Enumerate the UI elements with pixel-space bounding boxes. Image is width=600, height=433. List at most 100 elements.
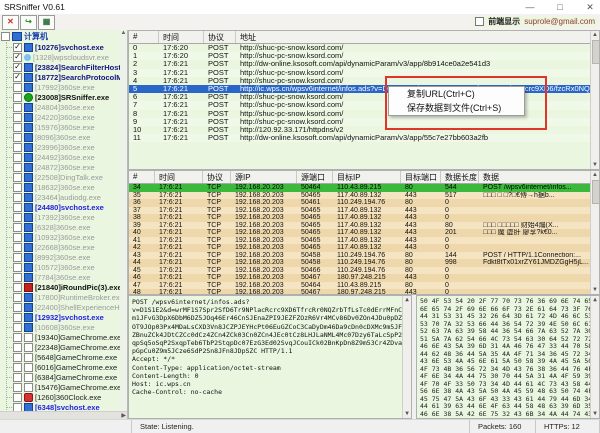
col-header-time[interactable]: 时间 xyxy=(159,31,204,43)
process-tree-item[interactable]: [10572]360se.exe xyxy=(0,262,127,272)
col-header-data-length[interactable]: 数据长度 xyxy=(441,171,479,183)
process-checkbox[interactable] xyxy=(13,73,22,82)
process-checkbox[interactable] xyxy=(13,173,22,182)
process-checkbox[interactable] xyxy=(13,363,22,372)
process-checkbox[interactable] xyxy=(13,113,22,122)
col-header-dest-port[interactable]: 目标端口 xyxy=(401,171,441,183)
packet-table-row[interactable]: 41 17:6:21 TCP 192.168.20.203 50465 117.… xyxy=(129,237,599,245)
computer-checkbox[interactable] xyxy=(1,32,10,41)
process-tree-item[interactable]: [10608]360se.exe xyxy=(0,322,127,332)
process-tree-item[interactable]: [6016]GameChrome.exe xyxy=(0,362,127,372)
process-tree-item[interactable]: [24804]360se.exe xyxy=(0,102,127,112)
col-header-source-ip[interactable]: 源IP xyxy=(231,171,297,183)
http-table-row[interactable]: 7 17:6:21 POST http://shuc-pc-snow.ksord… xyxy=(129,101,599,109)
process-checkbox[interactable] xyxy=(13,103,22,112)
col-header-protocol[interactable]: 协议 xyxy=(204,31,236,43)
http-table-row[interactable]: 6 17:6:21 POST http://shuc-pc-snow.ksord… xyxy=(129,93,599,101)
process-tree-item[interactable]: [17800]RuntimeBroker.exe xyxy=(0,292,127,302)
packet-table-row[interactable]: 34 17:6:21 TCP 192.168.20.203 50464 110.… xyxy=(129,184,599,192)
process-checkbox[interactable] xyxy=(13,393,22,402)
packet-table-row[interactable]: 36 17:6:21 TCP 192.168.20.203 50461 110.… xyxy=(129,199,599,207)
process-tree-item[interactable]: [24872]360se.exe xyxy=(0,162,127,172)
packet-table-row[interactable]: 45 17:6:21 TCP 192.168.20.203 50466 110.… xyxy=(129,267,599,275)
process-tree-item[interactable]: [6328]360se.exe xyxy=(0,222,127,232)
process-tree-item[interactable]: [6384]GameChrome.exe xyxy=(0,372,127,382)
process-checkbox[interactable] xyxy=(13,323,22,332)
process-checkbox[interactable] xyxy=(13,83,22,92)
process-tree-item[interactable]: [23008]SRSniffer.exe xyxy=(0,92,127,102)
process-tree-item[interactable]: [15476]GameChrome.exe xyxy=(0,382,127,392)
process-checkbox[interactable] xyxy=(13,283,22,292)
scroll-down-icon[interactable]: ▼ xyxy=(591,410,599,418)
sidebar-vertical-scrollbar[interactable]: ▲ xyxy=(120,30,127,412)
process-checkbox[interactable] xyxy=(13,273,22,282)
col-header-source-port[interactable]: 源端口 xyxy=(297,171,333,183)
process-checkbox[interactable] xyxy=(13,313,22,322)
scroll-thumb[interactable] xyxy=(592,180,600,204)
http-table-row[interactable]: 11 17:6:21 POST http://dw-online.ksosoft… xyxy=(129,134,599,142)
process-tree-item[interactable]: [1260]360Clock.exe xyxy=(0,392,127,402)
process-tree-item[interactable]: [10932]360se.exe xyxy=(0,232,127,242)
packet-table-row[interactable]: 42 17:6:21 TCP 192.168.20.203 50465 117.… xyxy=(129,244,599,252)
process-checkbox[interactable] xyxy=(13,333,22,342)
process-tree-item[interactable]: [24220]360se.exe xyxy=(0,112,127,122)
packet-table-row[interactable]: 37 17:6:21 TCP 192.168.20.203 50465 117.… xyxy=(129,207,599,215)
process-tree-item[interactable]: [24480]svchost.exe xyxy=(0,202,127,212)
http-table-row[interactable]: 9 17:6:21 POST http://shuc-pc-snow.ksord… xyxy=(129,118,599,126)
process-checkbox[interactable] xyxy=(13,213,22,222)
hex-dump-pane[interactable]: 50 4F 53 54 20 2F 77 70 73 76 36 69 6E 7… xyxy=(416,295,600,419)
scroll-down-icon[interactable]: ▼ xyxy=(591,286,599,294)
http-table-row[interactable]: 2 17:6:21 POST http://dw-online.ksosoft.… xyxy=(129,60,599,68)
packet-table-row[interactable]: 38 17:6:21 TCP 192.168.20.203 50465 117.… xyxy=(129,214,599,222)
process-tree-item[interactable]: [8992]360se.exe xyxy=(0,252,127,262)
process-checkbox[interactable] xyxy=(13,43,22,52)
http-table-row[interactable]: 5 17:6:21 POST http://ic.wps.cn/wpsv6int… xyxy=(129,85,599,93)
scroll-up-icon[interactable]: ▲ xyxy=(591,171,599,179)
process-checkbox[interactable] xyxy=(13,143,22,152)
process-checkbox[interactable] xyxy=(13,233,22,242)
scroll-right-icon[interactable]: ▶ xyxy=(121,412,126,419)
packet-table-row[interactable]: 39 17:6:21 TCP 192.168.20.203 50465 117.… xyxy=(129,222,599,230)
process-checkbox[interactable] xyxy=(13,353,22,362)
restart-capture-button[interactable]: ↪ xyxy=(20,15,37,30)
process-tree-item[interactable]: [21840]iRoundPic(3).exe xyxy=(0,282,127,292)
tree-root-computer[interactable]: 计算机 xyxy=(1,31,48,41)
process-tree-item[interactable]: [24492]360se.exe xyxy=(0,152,127,162)
process-checkbox[interactable] xyxy=(13,93,22,102)
process-tree-item[interactable]: [19340]GameChrome.exe xyxy=(0,332,127,342)
context-menu-item[interactable]: 保存数据到文件(Ctrl+S) xyxy=(389,101,524,115)
col-header-index[interactable]: # xyxy=(129,171,155,183)
scroll-down-icon[interactable]: ▼ xyxy=(591,161,599,169)
process-checkbox[interactable] xyxy=(13,193,22,202)
process-tree-item[interactable]: [22508]DingTalk.exe xyxy=(0,172,127,182)
http-table-row[interactable]: 4 17:6:21 POST http://shuc-pc-snow.ksord… xyxy=(129,77,599,85)
process-tree-item[interactable]: [22668]360se.exe xyxy=(0,242,127,252)
scroll-up-icon[interactable]: ▲ xyxy=(591,296,599,304)
process-tree-item[interactable]: [15976]360se.exe xyxy=(0,122,127,132)
decode-display-checkbox[interactable] xyxy=(475,17,484,26)
process-checkbox[interactable] xyxy=(13,133,22,142)
process-tree-item[interactable]: [18772]SearchProtocolMost. xyxy=(0,72,127,82)
process-checkbox[interactable] xyxy=(13,383,22,392)
process-tree-item[interactable]: [1328]wpscloudsvr.exe xyxy=(0,52,127,62)
context-menu-item[interactable]: 复制URL(Ctrl+C) xyxy=(389,87,524,101)
process-checkbox[interactable] xyxy=(13,303,22,312)
process-tree-item[interactable]: [12932]svchost.exe xyxy=(0,312,127,322)
col-header-protocol[interactable]: 协议 xyxy=(203,171,231,183)
http-table-row[interactable]: 8 17:6:21 POST http://shuc-pc-snow.ksord… xyxy=(129,110,599,118)
process-checkbox[interactable] xyxy=(13,203,22,212)
col-header-dest-ip[interactable]: 目标IP xyxy=(333,171,401,183)
save-capture-button[interactable]: ▦ xyxy=(38,15,55,30)
scroll-thumb[interactable] xyxy=(592,40,600,64)
http-table-scrollbar[interactable]: ▲ ▼ xyxy=(590,31,599,169)
col-header-address[interactable]: 地址 xyxy=(236,31,599,43)
process-checkbox[interactable] xyxy=(13,153,22,162)
process-tree-item[interactable]: [23464]audiodg.exe xyxy=(0,192,127,202)
http-table-row[interactable]: 3 17:6:21 POST http://shuc-pc-snow.ksord… xyxy=(129,69,599,77)
request-text-pane[interactable]: POST /wpsv6internet/infos.ads?v=D1S1E2&d… xyxy=(128,295,412,419)
process-tree-item[interactable]: [7784]360se.exe xyxy=(0,272,127,282)
process-checkbox[interactable] xyxy=(13,263,22,272)
packet-table-scrollbar[interactable]: ▲ ▼ xyxy=(590,171,599,294)
process-tree-item[interactable]: [22400]ShellExperienceHost xyxy=(0,302,127,312)
close-icon[interactable]: ✕ xyxy=(584,2,596,13)
